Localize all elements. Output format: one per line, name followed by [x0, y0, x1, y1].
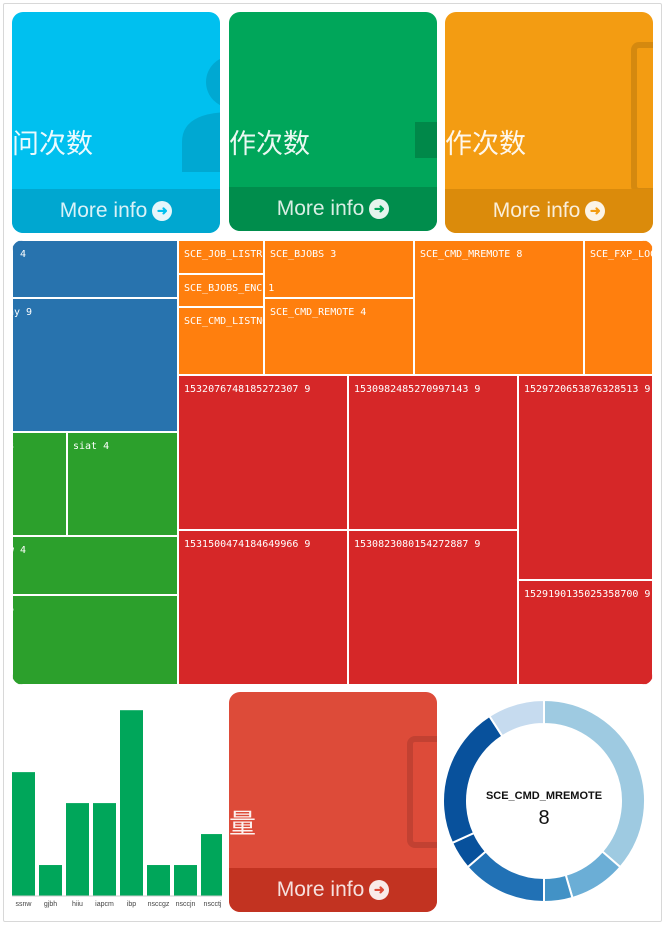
info-box-1-text: 问次数	[12, 129, 93, 160]
treemap-cell[interactable]	[583, 240, 653, 376]
treemap-cell-label: 1530823080154272887 9	[354, 539, 480, 550]
treemap-cell-label: SCE_FXP_LOG	[590, 249, 653, 260]
treemap-cell[interactable]	[12, 240, 179, 299]
bar[interactable]	[93, 803, 116, 896]
donut-chart: SCE_CMD_MREMOTE 8	[442, 697, 653, 909]
treemap-cell[interactable]	[177, 374, 349, 531]
bar[interactable]	[147, 865, 170, 896]
info-box-4: 量 More info ➜	[229, 692, 437, 912]
treemap-cell-label: 1532076748185272307 9	[184, 384, 310, 395]
arrow-circle-right-icon: ➜	[152, 201, 173, 221]
more-info-link-3[interactable]: More info ➜	[445, 189, 653, 233]
info-box-3-text: 作次数	[445, 129, 526, 160]
treemap-cell-label: SCE_BJOBS_ENC 1	[184, 283, 274, 294]
x-tick-label: nsccjn	[176, 901, 196, 908]
treemap-cell-label: 1529190135025358700 9	[524, 589, 650, 600]
x-tick-label: nsccgz	[148, 901, 170, 908]
x-tick-label: hiiu	[72, 901, 83, 908]
info-box-2: 作次数 More info ➜	[229, 12, 437, 231]
treemap-cell-label: SCE_BJOBS 3	[270, 249, 336, 260]
arrow-circle-right-icon: ➜	[369, 880, 390, 900]
info-box-4-text: 量	[229, 809, 256, 840]
treemap-cell[interactable]	[12, 297, 179, 433]
treemap-cell-label: siat 4	[73, 441, 109, 452]
more-info-label-4: More info	[276, 878, 365, 901]
document-icon	[407, 736, 437, 848]
more-info-link-1[interactable]: More info ➜	[12, 189, 220, 233]
bar[interactable]	[201, 834, 224, 896]
treemap-cell-label: 1529720653876328513 9	[524, 384, 650, 395]
treemap-cell-label: SCE_CMD_MREMOTE 8	[420, 249, 522, 260]
donut-slice[interactable]	[442, 714, 504, 845]
info-box-2-text: 作次数	[229, 129, 310, 160]
treemap-cell-label: j 4	[12, 249, 26, 260]
more-info-label-2: More info	[276, 197, 365, 220]
treemap-cell-label: 3	[12, 441, 14, 452]
x-tick-label: iapcm	[95, 901, 114, 908]
user-icon	[182, 58, 220, 172]
more-info-label-3: More info	[492, 199, 581, 222]
donut-slice[interactable]	[466, 850, 545, 904]
treemap-cell-label: 1531500474184649966 9	[184, 539, 310, 550]
treemap-cell[interactable]	[517, 374, 653, 581]
donut-center-title: SCE_CMD_MREMOTE	[486, 790, 602, 802]
treemap-cell-label: w 4	[12, 545, 26, 556]
info-box-1: 问次数 More info ➜	[12, 12, 220, 233]
x-tick-label: ibp	[127, 901, 136, 908]
bar-chart: ssnw gjbh hiiu iapcm ibp nsccgz nsccjn nscctj	[12, 700, 224, 915]
bar[interactable]	[12, 772, 35, 896]
treemap-cell-label: 1530982485270997143 9	[354, 384, 480, 395]
treemap-cell-label: 6	[12, 604, 14, 615]
more-info-link-2[interactable]: More info ➜	[229, 187, 437, 231]
treemap-chart: j 4hy 93siat 4w 46SCE_JOB_LISTRES_ENC 1S…	[12, 240, 653, 685]
treemap-cell-label: SCE_CMD_REMOTE 4	[270, 307, 366, 318]
x-tick-label: nscctj	[204, 901, 222, 908]
treemap-svg: j 4hy 93siat 4w 46SCE_JOB_LISTRES_ENC 1S…	[12, 240, 653, 685]
clipboard-icon	[415, 122, 437, 158]
treemap-cell[interactable]	[347, 374, 519, 531]
treemap-cell[interactable]	[12, 535, 179, 596]
arrow-circle-right-icon: ➜	[369, 199, 390, 219]
treemap-cell[interactable]	[177, 529, 349, 685]
donut-slice[interactable]	[543, 698, 646, 869]
calculator-icon	[631, 42, 653, 194]
donut-svg: SCE_CMD_MREMOTE 8	[442, 698, 646, 904]
bar[interactable]	[39, 865, 62, 896]
bar-chart-svg: ssnw gjbh hiiu iapcm ibp nsccgz nsccjn nscctj	[12, 710, 224, 908]
treemap-cell[interactable]	[12, 431, 68, 537]
x-tick-label: gjbh	[44, 901, 57, 908]
treemap-cell-label: hy 9	[12, 307, 32, 318]
treemap-cell[interactable]	[12, 594, 179, 685]
bar[interactable]	[120, 710, 143, 896]
info-box-3: 作次数 More info ➜	[445, 12, 653, 233]
more-info-link-4[interactable]: More info ➜	[229, 868, 437, 912]
bar[interactable]	[66, 803, 89, 896]
bar[interactable]	[174, 865, 197, 896]
treemap-cell[interactable]	[347, 529, 519, 685]
x-tick-label: ssnw	[16, 901, 33, 908]
donut-center-value: 8	[538, 807, 549, 829]
treemap-cell[interactable]	[413, 240, 585, 376]
more-info-label-1: More info	[59, 199, 148, 222]
arrow-circle-right-icon: ➜	[585, 201, 606, 221]
